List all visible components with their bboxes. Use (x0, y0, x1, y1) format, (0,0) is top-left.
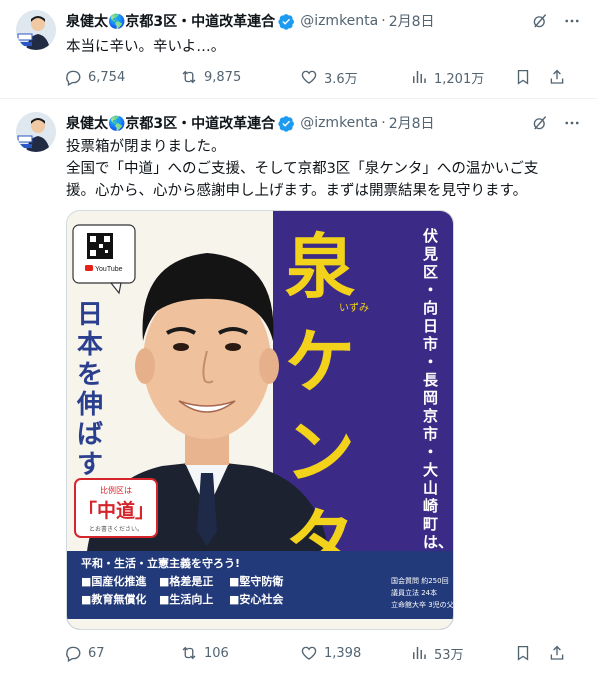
heart-icon (301, 646, 317, 660)
repost-icon (182, 70, 196, 84)
tweet-header: 泉健太🌎京都3区・中道改革連合 @izmkenta · 2月8日 (66, 112, 581, 134)
share-button[interactable] (548, 644, 566, 662)
reply-button[interactable]: 67 (64, 644, 144, 662)
repost-count: 9,875 (204, 69, 242, 85)
repost-count: 106 (204, 645, 229, 661)
views-count: 1,201万 (434, 71, 485, 87)
policy-title: 平和・生活・立憲主義を守ろう! (81, 556, 240, 570)
policy-item: ■安心社会 (229, 592, 284, 606)
party-note: とお書きください。 (89, 525, 143, 533)
bookmark-icon (517, 69, 529, 85)
views-button[interactable]: 53万 (410, 644, 502, 663)
policy-item: ■堅守防衛 (229, 574, 283, 588)
separator-dot: · (381, 13, 386, 29)
tweet[interactable]: 泉健太🌎京都3区・中道改革連合 @izmkenta · 2月8日 本当に辛い。辛… (0, 0, 597, 99)
more-options-icon[interactable] (563, 12, 581, 30)
separator-dot: · (381, 115, 386, 131)
grok-icon[interactable] (531, 114, 549, 132)
reply-icon (66, 70, 81, 86)
campaign-poster: YouTube 日 本 を 伸 ば す 比例区は 「中道」 とお書きください。 … (67, 211, 454, 629)
tweet-actions: 6,754 9,875 3.6万 1,201万 (60, 67, 585, 87)
qr-code-icon (87, 233, 113, 259)
tweet-text-line: 投票箱が閉まりました。 (66, 139, 226, 155)
youtube-label: YouTube (95, 266, 123, 273)
author-handle[interactable]: @izmkenta (300, 115, 378, 131)
name-furigana: いずみ (339, 302, 369, 314)
tweet-text-line: 援。心から、心から感謝申し上げます。まずは開票結果を見守ります。 (66, 183, 528, 199)
heart-icon (301, 70, 317, 84)
tweet-text: 投票箱が閉まりました。 全国で「中道」へのご支援、そして京都3区「泉ケンタ」への… (66, 136, 577, 202)
bookmark-button[interactable] (514, 68, 532, 86)
avatar[interactable] (16, 112, 56, 152)
tweet-header: 泉健太🌎京都3区・中道改革連合 @izmkenta · 2月8日 (66, 10, 581, 32)
tweet[interactable]: 泉健太🌎京都3区・中道改革連合 @izmkenta · 2月8日 投票箱が閉まり… (0, 100, 597, 675)
repost-button[interactable]: 9,875 (180, 68, 300, 86)
tweet-actions: 67 106 1,398 53万 (60, 643, 585, 663)
author-name[interactable]: 泉健太🌎京都3区・中道改革連合 (66, 11, 275, 31)
poster-slogan: 日 本 を 伸 ば す ! (76, 300, 112, 508)
reply-icon (66, 646, 81, 662)
party-badge-label: 比例区は (100, 485, 132, 495)
tweet-text-line: 全国で「中道」へのご支援、そして京都3区「泉ケンタ」への温かいご支 (66, 161, 539, 177)
avatar[interactable] (16, 10, 56, 50)
share-button[interactable] (548, 68, 566, 86)
reply-count: 6,754 (88, 69, 126, 85)
like-button[interactable]: 1,398 (300, 644, 410, 662)
bookmark-icon (517, 645, 529, 661)
bookmark-button[interactable] (514, 644, 532, 662)
repost-icon (182, 646, 196, 660)
verified-badge-icon (278, 115, 295, 132)
tweet-date[interactable]: 2月8日 (389, 11, 435, 31)
reply-button[interactable]: 6,754 (64, 68, 144, 86)
more-options-icon[interactable] (563, 114, 581, 132)
policy-item: ■教育無償化 (81, 592, 146, 606)
profile-line: 議員立法 24本 (391, 588, 437, 597)
reply-count: 67 (88, 645, 105, 661)
profile-line: 国会質問 約250回 (391, 576, 449, 585)
views-icon (413, 647, 426, 659)
tweet-image-campaign-poster[interactable]: YouTube 日 本 を 伸 ば す 比例区は 「中道」 とお書きください。 … (66, 210, 454, 630)
policy-item: ■生活向上 (159, 592, 213, 606)
repost-button[interactable]: 106 (180, 644, 300, 662)
views-button[interactable]: 1,201万 (410, 68, 502, 87)
share-icon (550, 645, 564, 660)
like-count: 1,398 (324, 645, 362, 661)
views-icon (413, 71, 426, 83)
tweet-text: 本当に辛い。辛いよ…。 (66, 39, 226, 55)
verified-badge-icon (278, 13, 295, 30)
like-button[interactable]: 3.6万 (300, 68, 410, 87)
share-icon (550, 69, 564, 84)
tweet-date[interactable]: 2月8日 (389, 113, 435, 133)
grok-icon[interactable] (531, 12, 549, 30)
policy-item: ■格差是正 (159, 574, 213, 588)
views-count: 53万 (434, 647, 464, 663)
profile-line: 立命館大卒 3児の父 (391, 600, 454, 609)
policy-item: ■国産化推進 (81, 574, 147, 588)
author-name[interactable]: 泉健太🌎京都3区・中道改革連合 (66, 113, 275, 133)
author-handle[interactable]: @izmkenta (300, 13, 378, 29)
like-count: 3.6万 (324, 71, 358, 87)
youtube-icon (85, 265, 93, 271)
party-name: 「中道」 (78, 499, 154, 522)
